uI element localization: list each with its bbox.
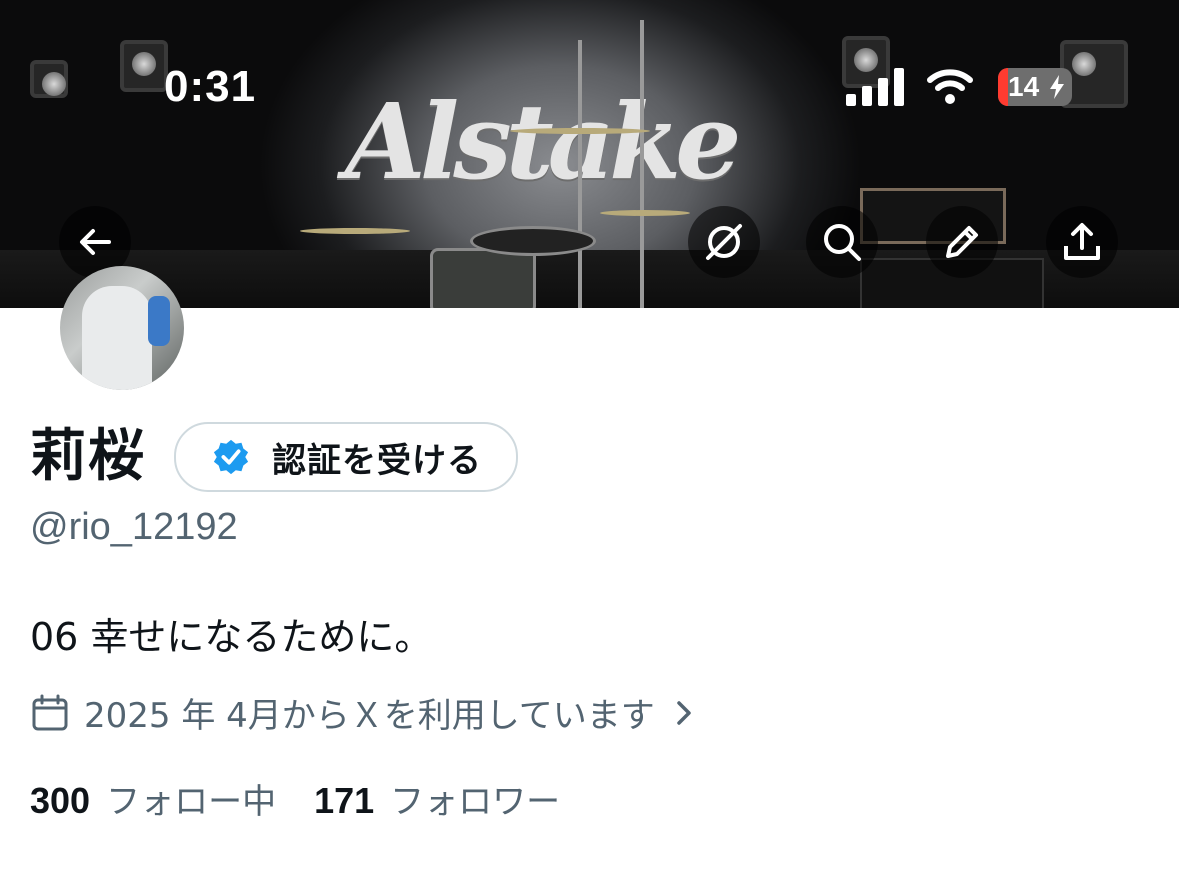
cymbal [510, 128, 650, 134]
calendar-icon [32, 694, 68, 730]
following-count: 300 [30, 780, 91, 821]
cymbal [300, 228, 410, 234]
share-icon [1064, 223, 1100, 260]
followers-count: 171 [314, 780, 375, 821]
back-arrow-icon [80, 229, 111, 255]
following-label: フォロー中 [106, 782, 277, 822]
edit-button[interactable] [926, 206, 998, 278]
verified-badge-icon [213, 439, 249, 475]
user-handle: @rio_12192 [30, 506, 238, 548]
avatar-figure-arm [148, 296, 170, 346]
get-verified-button[interactable]: 認証を受ける [174, 422, 518, 492]
mic-stand [640, 20, 644, 308]
battery-level-fill [998, 68, 1008, 106]
grok-icon [706, 224, 742, 260]
mic-stand [578, 40, 582, 308]
profile-banner[interactable]: Alstake 0:31 14 [0, 0, 1179, 308]
stage-light [120, 40, 168, 92]
charging-bolt-icon [1050, 75, 1064, 99]
drum [470, 226, 596, 256]
search-icon [824, 224, 861, 261]
followers-link[interactable]: 171 フォロワー [314, 774, 560, 823]
joined-date-text: 2025 年 4月からＸを利用しています [84, 696, 655, 736]
profile-name-row: 莉桜 認証を受ける [30, 422, 518, 492]
avatar[interactable] [60, 266, 184, 390]
cellular-signal-icon [846, 68, 906, 106]
edit-pencil-icon [946, 226, 978, 258]
profile-bio: 06 幸せになるために。 [30, 615, 433, 659]
drum [430, 248, 536, 308]
share-button[interactable] [1046, 206, 1118, 278]
battery-percent: 14 [1008, 71, 1040, 102]
wifi-icon [926, 66, 974, 106]
follow-stats: 300 フォロー中 171 フォロワー [30, 774, 560, 823]
stage-light [30, 60, 68, 98]
display-name: 莉桜 [30, 424, 146, 489]
chevron-right-icon [677, 700, 691, 725]
followers-label: フォロワー [390, 782, 561, 822]
search-button[interactable] [806, 206, 878, 278]
cymbal [600, 210, 690, 216]
battery-charging-icon: 14 [998, 68, 1072, 106]
get-verified-label: 認証を受ける [272, 440, 482, 481]
status-time: 0:31 [164, 62, 257, 111]
banner-logo-art: Alstake [345, 80, 741, 203]
grok-button[interactable] [688, 206, 760, 278]
avatar-figure [82, 286, 152, 390]
joined-date-row[interactable]: 2025 年 4月からＸを利用しています [30, 688, 697, 737]
following-link[interactable]: 300 フォロー中 [30, 774, 276, 823]
